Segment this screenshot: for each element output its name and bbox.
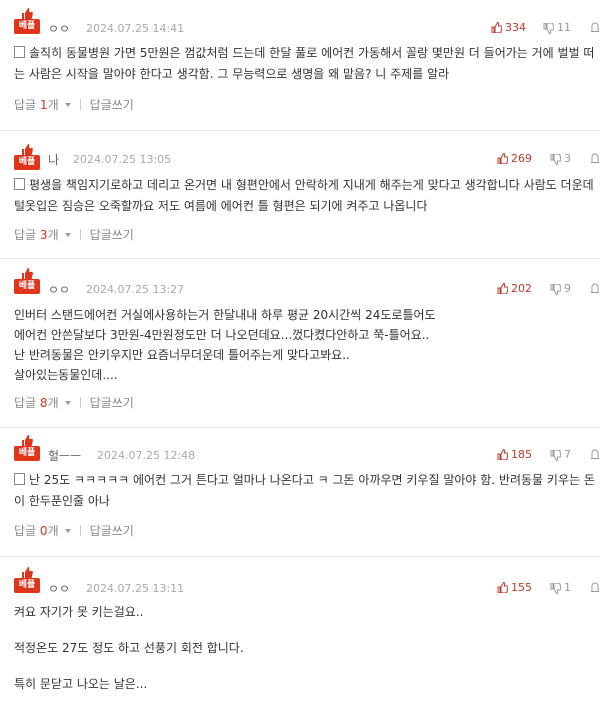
thumbs-up-icon	[22, 268, 33, 279]
reply-count: 8	[39, 396, 48, 410]
like-count: 202	[511, 282, 532, 295]
best-badge: 베플	[14, 8, 40, 38]
reply-label: 답글	[14, 524, 37, 538]
comment-date: 2024.07.25 12:48	[97, 449, 196, 462]
write-reply-button[interactable]: 답글쓰기	[90, 524, 134, 538]
dislike-count: 7	[564, 448, 571, 461]
comment-item: 베플 헐ㅡㅡ 2024.07.25 12:48 185 7 난 25도 ㅋㅋㅋㅋ…	[0, 428, 600, 557]
reply-unit: 개	[47, 524, 59, 538]
report-icon[interactable]	[590, 582, 600, 592]
thumbs-up-icon	[22, 144, 33, 155]
comment-author[interactable]: ㅇㅇ	[48, 20, 70, 37]
best-badge: 베플	[14, 144, 40, 174]
reply-unit: 개	[47, 98, 59, 112]
like-count: 269	[511, 152, 532, 165]
dislike-count: 1	[564, 581, 571, 594]
divider	[79, 525, 81, 536]
reply-count: 3	[39, 228, 48, 242]
comment-item: 베플 나 2024.07.25 13:05 269 3 평생을 책임지기로하고 …	[0, 131, 600, 259]
reply-count: 1	[39, 98, 48, 112]
caret-down-icon	[64, 529, 71, 533]
comment-text: 평생을 책임지기로하고 데리고 온거면 내 형편안에서 안락하게 지내게 해주는…	[14, 178, 594, 213]
comment-author[interactable]: 헐ㅡㅡ	[48, 447, 81, 464]
document-icon	[14, 473, 25, 485]
divider	[79, 99, 81, 110]
like-icon[interactable]	[497, 582, 508, 593]
comment-date: 2024.07.25 14:41	[86, 22, 185, 35]
dislike-icon[interactable]	[543, 23, 554, 34]
best-badge: 베플	[14, 567, 40, 597]
reply-label: 답글	[14, 98, 37, 112]
like-count: 185	[511, 448, 532, 461]
caret-down-icon	[64, 103, 71, 107]
comment-author[interactable]: 나	[48, 151, 59, 168]
comment-text: 난 25도 ㅋㅋㅋㅋㅋ 에어컨 그거 튼다고 얼마나 나온다고 ㅋ 그돈 아까우…	[14, 473, 595, 508]
reply-label: 답글	[14, 396, 37, 410]
reply-toggle[interactable]: 답글 0개	[14, 524, 71, 538]
best-label: 베플	[14, 446, 40, 461]
comment-footer: 답글 1개 답글쓰기	[14, 96, 134, 113]
like-count: 155	[511, 581, 532, 594]
dislike-count: 9	[564, 282, 571, 295]
write-reply-button[interactable]: 답글쓰기	[90, 396, 134, 410]
best-badge: 베플	[14, 435, 40, 465]
report-icon[interactable]	[590, 449, 600, 459]
comment-item: 베플 ㅇㅇ 2024.07.25 13:27 202 9 인버터 스탠드에어컨 …	[0, 259, 600, 428]
like-icon[interactable]	[491, 22, 502, 33]
comment-footer: 답글 3개 답글쓰기	[14, 226, 134, 243]
document-icon	[14, 46, 25, 58]
dislike-icon[interactable]	[550, 284, 561, 295]
best-label: 베플	[14, 19, 40, 34]
divider	[79, 397, 81, 408]
comment-body: 평생을 책임지기로하고 데리고 온거면 내 형편안에서 안락하게 지내게 해주는…	[14, 175, 600, 217]
comment-body: 난 25도 ㅋㅋㅋㅋㅋ 에어컨 그거 튼다고 얼마나 나온다고 ㅋ 그돈 아까우…	[14, 470, 600, 512]
report-icon[interactable]	[590, 22, 600, 32]
like-icon[interactable]	[497, 283, 508, 294]
divider	[79, 229, 81, 240]
comment-date: 2024.07.25 13:27	[86, 283, 185, 296]
like-icon[interactable]	[497, 449, 508, 460]
like-count: 334	[505, 21, 526, 34]
comment-body: 솔직히 동물병원 가면 5만원은 껌값처럼 드는데 한달 풀로 에어컨 가동해서…	[14, 43, 600, 85]
best-label: 베플	[14, 279, 40, 294]
thumbs-up-icon	[22, 435, 33, 446]
thumbs-up-icon	[22, 8, 33, 19]
comment-author[interactable]: ㅇㅇ	[48, 281, 70, 298]
thumbs-up-icon	[22, 567, 33, 578]
reply-toggle[interactable]: 답글 8개	[14, 396, 71, 410]
dislike-count: 11	[557, 21, 571, 34]
comment-body: 켜요 자기가 못 키는걸요.. 적정온도 27도 정도 하고 선풍기 회전 합니…	[14, 605, 244, 691]
comment-date: 2024.07.25 13:11	[86, 582, 185, 595]
best-label: 베플	[14, 578, 40, 593]
report-icon[interactable]	[590, 153, 600, 163]
reply-label: 답글	[14, 228, 37, 242]
dislike-icon[interactable]	[550, 154, 561, 165]
reply-count: 0	[39, 524, 48, 538]
dislike-icon[interactable]	[550, 450, 561, 461]
comment-text: 솔직히 동물병원 가면 5만원은 껌값처럼 드는데 한달 풀로 에어컨 가동해서…	[14, 46, 595, 81]
comment-author[interactable]: ㅇㅇ	[48, 580, 70, 597]
caret-down-icon	[64, 233, 71, 237]
comment-item: 베플 ㅇㅇ 2024.07.25 13:11 155 1 켜요 자기가 못 키는…	[0, 557, 600, 702]
comment-footer: 답글 8개 답글쓰기	[14, 394, 134, 411]
best-label: 베플	[14, 155, 40, 170]
like-icon[interactable]	[497, 153, 508, 164]
reply-toggle[interactable]: 답글 3개	[14, 228, 71, 242]
write-reply-button[interactable]: 답글쓰기	[90, 228, 134, 242]
caret-down-icon	[64, 401, 71, 405]
comment-item: 베플 ㅇㅇ 2024.07.25 14:41 334 11 솔직히 동물병원 가…	[0, 0, 600, 131]
comment-body: 인버터 스탠드에어컨 거실에사용하는거 한달내내 하루 평균 20시간씩 24도…	[14, 308, 436, 382]
dislike-count: 3	[564, 152, 571, 165]
comment-date: 2024.07.25 13:05	[73, 153, 172, 166]
write-reply-button[interactable]: 답글쓰기	[90, 98, 134, 112]
reply-unit: 개	[47, 228, 59, 242]
dislike-icon[interactable]	[550, 583, 561, 594]
document-icon	[14, 178, 25, 190]
comment-footer: 답글 0개 답글쓰기	[14, 522, 134, 539]
report-icon[interactable]	[590, 283, 600, 293]
reply-unit: 개	[47, 396, 59, 410]
best-badge: 베플	[14, 268, 40, 298]
reply-toggle[interactable]: 답글 1개	[14, 98, 71, 112]
